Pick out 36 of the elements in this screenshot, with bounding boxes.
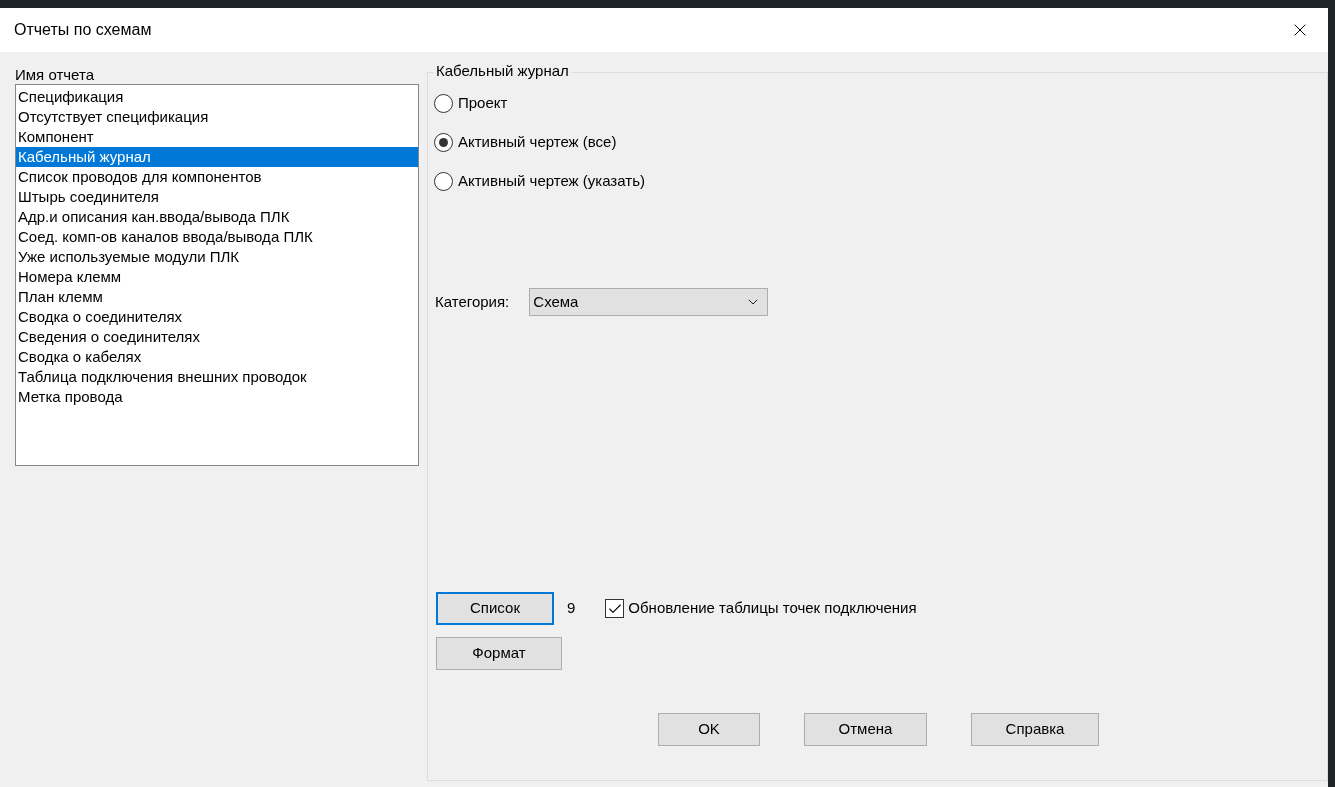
report-list-item[interactable]: Сводка о соединителях [16, 307, 418, 327]
report-list-item[interactable]: Кабельный журнал [16, 147, 418, 167]
radio-button[interactable] [434, 93, 453, 113]
report-list-item[interactable]: Штырь соединителя [16, 187, 418, 207]
list-label: Имя отчета [15, 66, 95, 84]
group-title: Кабельный журнал [434, 62, 571, 80]
report-list-item[interactable]: Отсутствует спецификация [16, 107, 418, 127]
report-list-item[interactable]: Таблица подключения внешних проводок [16, 367, 418, 387]
radio-button[interactable] [434, 132, 453, 152]
category-label: Категория: [435, 291, 510, 312]
dialog-button[interactable]: Справка [971, 713, 1099, 746]
count-text: 9 [567, 598, 576, 619]
report-listbox[interactable] [15, 84, 419, 466]
report-list-item[interactable]: Соед. комп-ов каналов ввода/вывода ПЛК [16, 227, 418, 247]
radio-button[interactable] [434, 171, 453, 191]
list-button[interactable]: Список [436, 592, 554, 625]
report-list-item[interactable]: Уже используемые модули ПЛК [16, 247, 418, 267]
report-list-item[interactable]: Номера клемм [16, 267, 418, 287]
radio-label: Проект [458, 92, 508, 113]
report-list-item[interactable]: План клемм [16, 287, 418, 307]
checkbox-label: Обновление таблицы точек подключения [628, 598, 917, 619]
checkbox[interactable] [605, 599, 625, 618]
format-button[interactable]: Формат [436, 637, 562, 670]
dialog-button[interactable]: Отмена [804, 713, 927, 746]
report-list-item[interactable]: Компонент [16, 127, 418, 147]
report-list-item[interactable]: Спецификация [16, 87, 418, 107]
category-dropdown[interactable]: Схема [529, 288, 769, 316]
window-title: Отчеты по схемам [14, 20, 152, 40]
report-list-item[interactable]: Список проводов для компонентов [16, 167, 418, 187]
radio-label: Активный чертеж (все) [458, 131, 617, 152]
report-list-item[interactable]: Сводка о кабелях [16, 347, 418, 367]
dialog-button[interactable]: OK [658, 713, 760, 746]
radio-label: Активный чертеж (указать) [458, 170, 645, 191]
report-list-item[interactable]: Адр.и описания кан.ввода/вывода ПЛК [16, 207, 418, 227]
report-list-item[interactable]: Сведения о соединителях [16, 327, 418, 347]
report-list-item[interactable]: Метка провода [16, 387, 418, 407]
